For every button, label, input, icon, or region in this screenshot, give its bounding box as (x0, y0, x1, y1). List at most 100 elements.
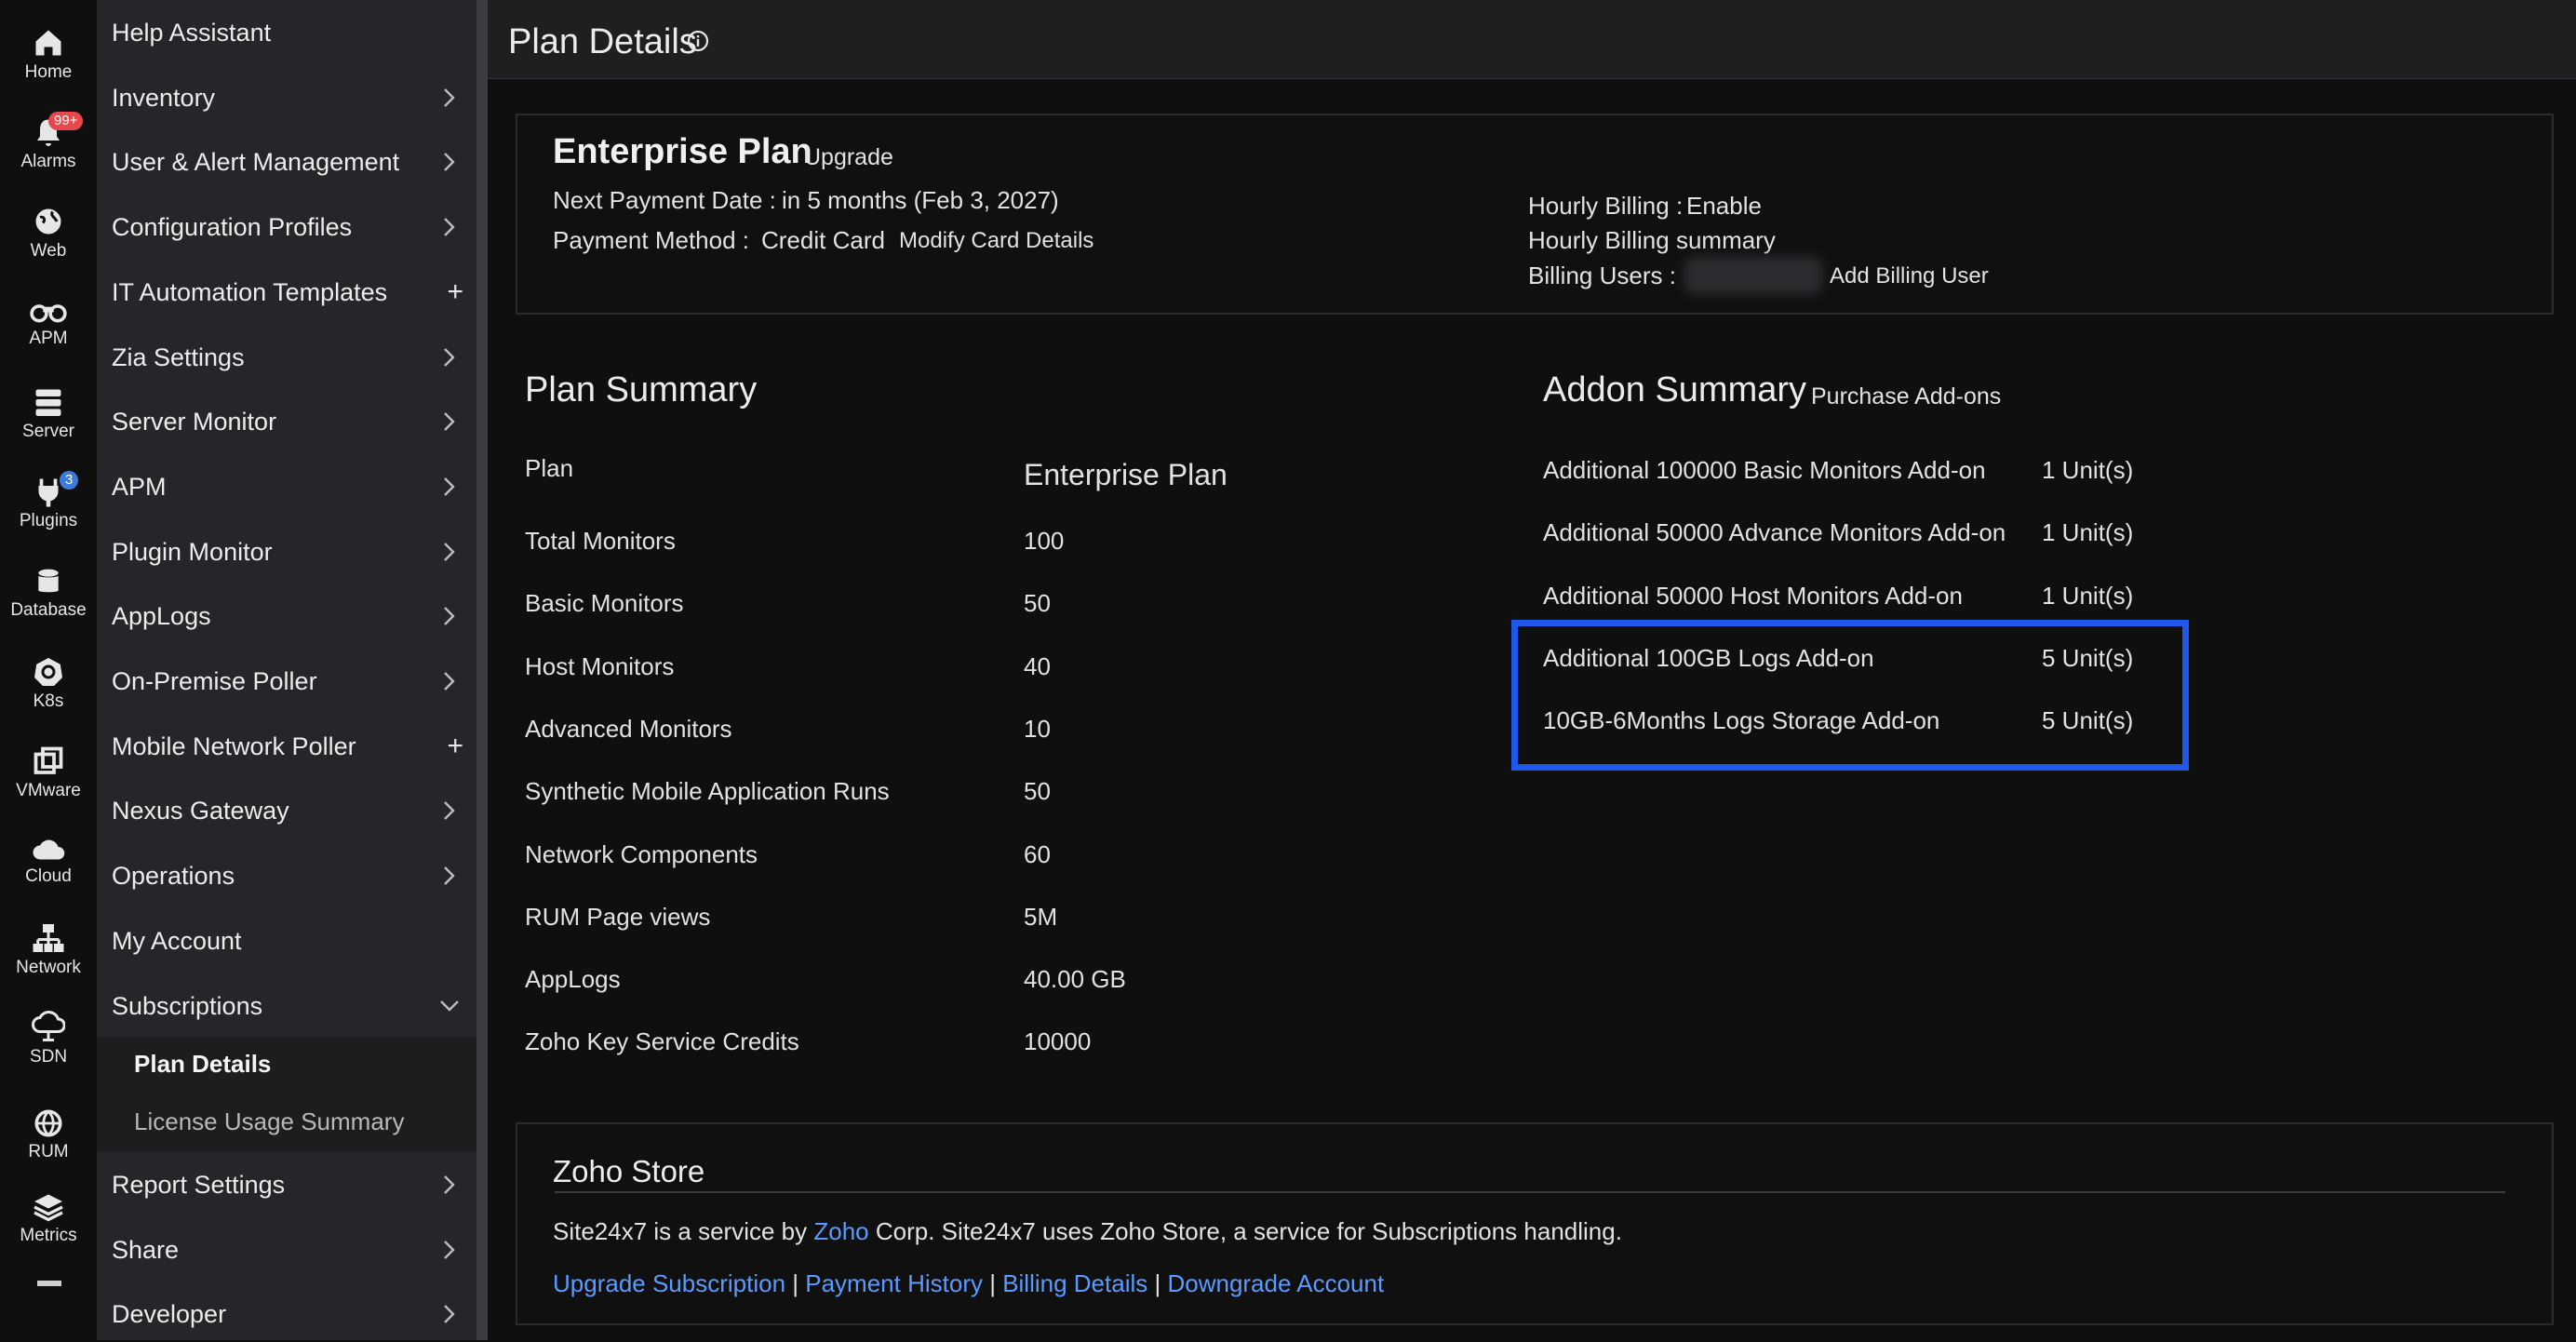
menu-item-applogs[interactable]: AppLogs (112, 588, 476, 644)
rail-label: Alarms (20, 152, 76, 171)
rail-home[interactable]: Home (0, 26, 97, 82)
menu-item-label: Configuration Profiles (112, 213, 353, 242)
rail-apm[interactable]: APM (0, 296, 97, 348)
menu-item-label: APM (112, 472, 167, 501)
menu-item-server-monitor[interactable]: Server Monitor (112, 394, 476, 450)
billing-user-redacted (1684, 257, 1822, 294)
rail-label: Metrics (20, 1226, 77, 1245)
zoho-link[interactable]: Zoho (813, 1217, 868, 1245)
rail-k8s[interactable]: K8s (0, 655, 97, 711)
downgrade-account-link[interactable]: Downgrade Account (1167, 1269, 1384, 1297)
rail-rum[interactable]: RUM (0, 1107, 97, 1161)
add-billing-user-link[interactable]: Add Billing User (1830, 263, 1989, 289)
menu-item-it-automation-templates[interactable]: IT Automation Templates + (112, 264, 476, 320)
store-desc-after: Corp. Site24x7 uses Zoho Store, a servic… (868, 1217, 1622, 1245)
menu-item-on-premise-poller[interactable]: On-Premise Poller (112, 653, 476, 709)
hourly-billing-enable-link[interactable]: Enable (1686, 192, 1762, 221)
rail-sdn[interactable]: SDN (0, 1011, 97, 1067)
rail-alarms[interactable]: 99+ Alarms (0, 112, 97, 171)
addon-row-value: 1 Unit(s) (2042, 518, 2134, 547)
plan-row-label: Host Monitors (525, 651, 675, 680)
menu-item-my-account[interactable]: My Account (112, 913, 476, 969)
rail-label: K8s (33, 691, 64, 711)
vmware-icon (34, 746, 63, 774)
rum-globe-icon (34, 1109, 62, 1137)
menu-item-configuration-profiles[interactable]: Configuration Profiles (112, 199, 476, 255)
chevron-right-icon (444, 218, 455, 236)
plan-row-value: 10 (1024, 714, 1051, 743)
menu-item-developer[interactable]: Developer (112, 1286, 476, 1342)
rail-web[interactable]: Web (0, 205, 97, 261)
menu-item-plugin-monitor[interactable]: Plugin Monitor (112, 524, 476, 580)
chevron-right-icon (444, 866, 455, 885)
menu-item-inventory[interactable]: Inventory (112, 70, 476, 126)
menu-item-user-and-alert-management[interactable]: User & Alert Management (112, 134, 476, 190)
next-payment-value: in 5 months (Feb 3, 2027) (782, 186, 1059, 214)
chevron-right-icon (444, 672, 455, 691)
home-icon (35, 30, 61, 56)
plan-row-label: AppLogs (525, 965, 621, 994)
payment-history-link[interactable]: Payment History (805, 1269, 983, 1297)
plan-row-value: 40.00 GB (1024, 965, 1126, 994)
rail-network[interactable]: Network (0, 921, 97, 977)
plan-row-value: 5M (1024, 902, 1058, 931)
plus-icon: + (447, 275, 463, 307)
zoho-store-title: Zoho Store (553, 1154, 705, 1188)
menu-item-help-assistant[interactable]: Help Assistant (112, 5, 476, 60)
store-links: Upgrade Subscription | Payment History |… (553, 1269, 1384, 1298)
addon-summary-title: Addon Summary (1543, 370, 1807, 409)
submenu-item-plan-details[interactable]: Plan Details (134, 1050, 271, 1079)
rail-label: Web (30, 241, 67, 261)
menu-item-mobile-network-poller[interactable]: Mobile Network Poller + (112, 718, 476, 774)
plan-summary-title: Plan Summary (525, 370, 758, 409)
plugins-count-badge: 3 (60, 471, 79, 490)
payment-method-label: Payment Method : (553, 226, 749, 254)
link-separator: | (785, 1269, 806, 1297)
menu-item-report-settings[interactable]: Report Settings (112, 1157, 476, 1213)
menu-scrollbar[interactable] (476, 0, 488, 1340)
menu-item-subscriptions[interactable]: Subscriptions (112, 978, 476, 1034)
menu-item-zia-settings[interactable]: Zia Settings (112, 329, 476, 385)
layers-icon (34, 1194, 63, 1222)
info-icon[interactable] (687, 30, 709, 52)
plan-row-label: Plan (525, 454, 574, 482)
chevron-right-icon (444, 1175, 455, 1194)
rail-server[interactable]: Server (0, 385, 97, 441)
billing-details-link[interactable]: Billing Details (1002, 1269, 1147, 1297)
purchase-addons-link[interactable]: Purchase Add-ons (1811, 383, 2001, 410)
upgrade-subscription-link[interactable]: Upgrade Subscription (553, 1269, 785, 1297)
database-icon (38, 569, 59, 593)
store-desc-before: Site24x7 is a service by (553, 1217, 814, 1245)
menu-item-label: Zia Settings (112, 342, 245, 371)
rail-database[interactable]: Database (0, 566, 97, 620)
plan-row-label: RUM Page views (525, 902, 711, 931)
chevron-right-icon (444, 801, 455, 821)
upgrade-link[interactable]: Upgrade (804, 144, 893, 171)
rail-vmware[interactable]: VMware (0, 745, 97, 800)
rail-label: APM (29, 329, 68, 348)
rail-metrics[interactable]: Metrics (0, 1191, 97, 1245)
rail-cloud[interactable]: Cloud (0, 836, 97, 886)
rail-more-icon (37, 1281, 61, 1286)
binoculars-icon (30, 304, 67, 323)
menu-item-nexus-gateway[interactable]: Nexus Gateway (112, 783, 476, 839)
plan-row-value: 50 (1024, 777, 1051, 806)
addon-highlight-box (1511, 620, 2189, 771)
plan-row-value: 50 (1024, 589, 1051, 618)
menu-item-label: Operations (112, 862, 235, 891)
chevron-right-icon (444, 1240, 455, 1259)
menu-item-share[interactable]: Share (112, 1222, 476, 1278)
rail-plugins[interactable]: 3 Plugins (0, 471, 97, 530)
hourly-billing-summary-link[interactable]: Hourly Billing summary (1528, 226, 1776, 255)
rail-label: Server (22, 422, 74, 441)
menu-item-label: Developer (112, 1300, 227, 1328)
menu-item-operations[interactable]: Operations (112, 848, 476, 904)
link-separator: | (1147, 1269, 1168, 1297)
menu-item-apm[interactable]: APM (112, 459, 476, 515)
menu-item-label: Plugin Monitor (112, 537, 273, 566)
submenu-item-license-usage-summary[interactable]: License Usage Summary (134, 1107, 404, 1136)
menu-item-label: On-Premise Poller (112, 667, 317, 695)
network-icon (33, 924, 64, 952)
menu-item-label: Inventory (112, 83, 216, 112)
modify-card-details-link[interactable]: Modify Card Details (899, 228, 1093, 254)
